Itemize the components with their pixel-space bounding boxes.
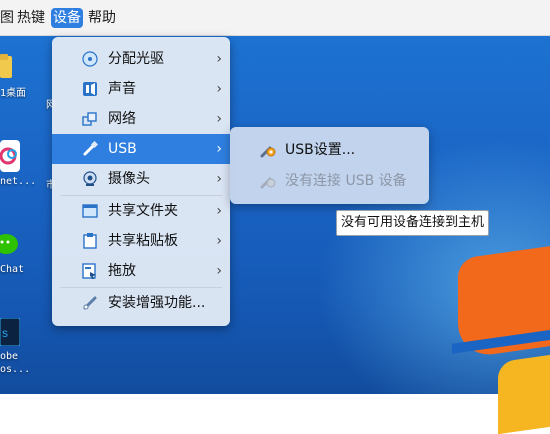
- usb-submenu: USB设置... 没有连接 USB 设备: [230, 127, 429, 204]
- desktop-icon-wechat[interactable]: [0, 232, 20, 256]
- usb-disabled-icon: [260, 173, 276, 189]
- menu-view[interactable]: 图: [0, 8, 14, 28]
- menu-item-webcam[interactable]: 摄像头 ›: [52, 164, 230, 194]
- chevron-right-icon: ›: [216, 111, 222, 127]
- disc-icon: [82, 51, 98, 67]
- menu-item-usb-settings[interactable]: USB设置...: [230, 135, 429, 165]
- desktop-icon-label: net...: [0, 176, 37, 187]
- webcam-icon: [82, 171, 98, 187]
- chevron-right-icon: ›: [216, 81, 222, 97]
- svg-text:s: s: [2, 326, 8, 340]
- menu-item-optical-drive[interactable]: 分配光驱 ›: [52, 44, 230, 74]
- desktop-icon-label: os...: [0, 364, 31, 375]
- desktop-icon-label: 1桌面: [0, 88, 27, 99]
- menu-help[interactable]: 帮助: [88, 8, 116, 28]
- menu-item-label: 共享粘贴板: [108, 233, 178, 249]
- desktop-icon-label: obe: [0, 351, 19, 362]
- menu-item-network[interactable]: 网络 ›: [52, 104, 230, 134]
- menu-bar: 图 热键 设备 帮助: [0, 0, 550, 36]
- chevron-right-icon: ›: [216, 141, 222, 157]
- menu-item-label: 安装增强功能...: [108, 295, 206, 311]
- menu-item-label: 没有连接 USB 设备: [285, 173, 407, 189]
- menu-item-drag-drop[interactable]: 拖放 ›: [52, 256, 230, 286]
- menu-item-audio[interactable]: 声音 ›: [52, 74, 230, 104]
- desktop-icon-folder[interactable]: [0, 52, 12, 80]
- desktop-icon-app[interactable]: [0, 140, 20, 172]
- menu-item-usb[interactable]: USB ›: [52, 134, 230, 164]
- chevron-right-icon: ›: [216, 171, 222, 187]
- network-icon: [82, 111, 98, 127]
- menu-devices[interactable]: 设备: [51, 8, 83, 28]
- menu-item-label: 声音: [108, 81, 136, 97]
- menu-item-label: 分配光驱: [108, 51, 164, 67]
- app-icon: [0, 140, 20, 172]
- usb-settings-icon: [260, 142, 276, 158]
- shared-folder-icon: [82, 203, 98, 219]
- menu-item-label: USB: [108, 141, 137, 157]
- menu-item-label: USB设置...: [285, 142, 356, 158]
- menu-item-label: 共享文件夹: [108, 203, 178, 219]
- chevron-right-icon: ›: [216, 263, 222, 279]
- wechat-icon: [0, 234, 18, 254]
- usb-icon: [82, 140, 99, 157]
- photoshop-icon: s: [0, 317, 21, 347]
- menu-item-no-usb-devices: 没有连接 USB 设备: [230, 166, 429, 196]
- install-additions-icon: [82, 295, 98, 311]
- folder-icon: [0, 54, 12, 78]
- menu-item-label: 网络: [108, 111, 136, 127]
- chevron-right-icon: ›: [216, 203, 222, 219]
- devices-menu: 分配光驱 › 声音 › 网络 › USB › 摄像头 › 共享文件夹 › 共享粘…: [52, 37, 230, 326]
- menu-item-label: 摄像头: [108, 171, 150, 187]
- menu-hotkeys[interactable]: 热键: [17, 8, 45, 28]
- chevron-right-icon: ›: [216, 51, 222, 67]
- menu-item-label: 拖放: [108, 263, 136, 279]
- desktop-icon-photoshop[interactable]: s: [0, 317, 21, 347]
- drag-drop-icon: [82, 263, 98, 279]
- chevron-right-icon: ›: [216, 233, 222, 249]
- menu-item-shared-folders[interactable]: 共享文件夹 ›: [52, 196, 230, 226]
- menu-item-install-guest-additions[interactable]: 安装增强功能...: [52, 288, 230, 318]
- clipboard-icon: [82, 233, 98, 249]
- desktop-icon-label: Chat: [0, 264, 25, 275]
- menu-item-shared-clipboard[interactable]: 共享粘贴板 ›: [52, 226, 230, 256]
- audio-icon: [82, 81, 98, 97]
- tooltip: 没有可用设备连接到主机: [336, 210, 490, 236]
